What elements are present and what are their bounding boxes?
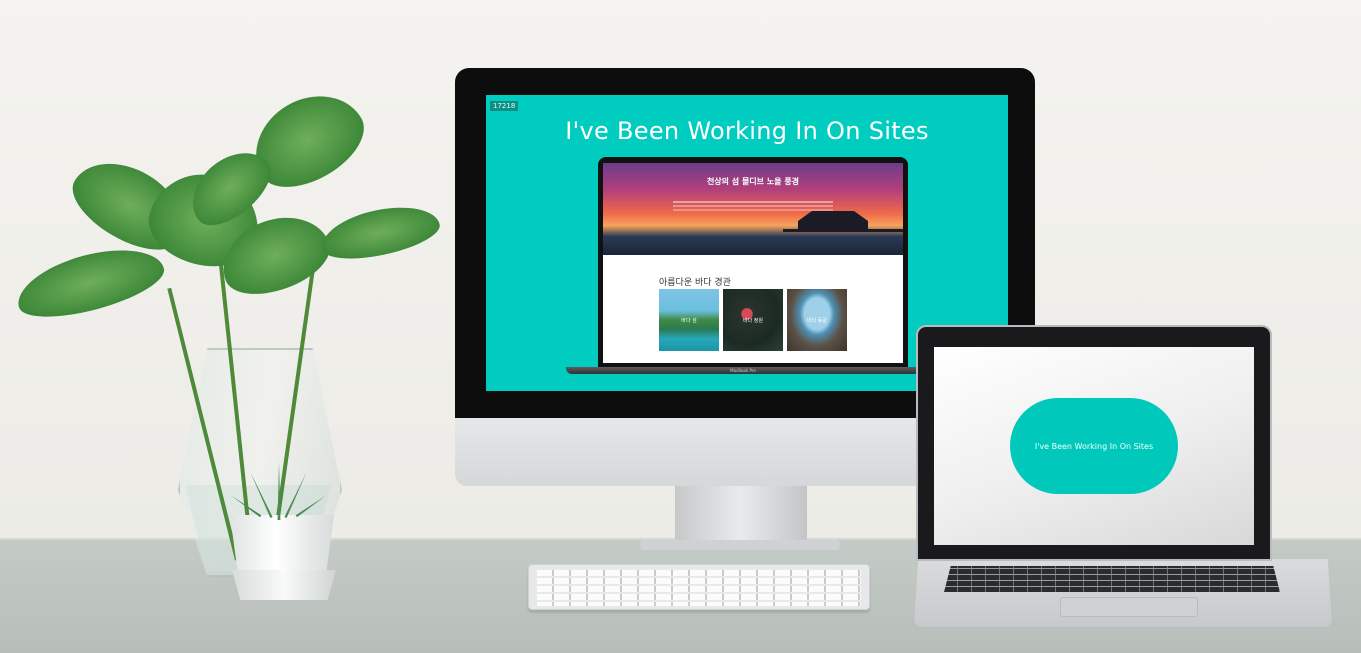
section-title: 아름다운 바다 경관 [659,278,731,288]
succulent-pot [230,515,334,577]
laptop-model-label: MacBook Pro [730,368,756,373]
laptop-keyboard-grid [944,566,1280,592]
wireless-keyboard [528,564,870,610]
gallery-thumb-label: 바다 동굴 [807,318,827,324]
imac-stand-foot [640,540,840,550]
site-badge: 17218 [490,101,519,111]
keyboard-keys-row [537,570,861,576]
keyboard-keys-row [537,602,861,606]
inner-laptop-lid: 천상의 섬 몰디브 노을 풍경 아름다운 바다 경관 바다 섬 바다 정원 바다… [598,157,908,367]
page-title: I've Been Working In On Sites [565,117,929,145]
hero-banner: 천상의 섬 몰디브 노을 풍경 [603,163,903,255]
keyboard-keys-row [537,578,861,584]
pier-silhouette [783,229,903,232]
gallery-thumb[interactable]: 바다 동굴 [787,289,847,351]
inner-laptop-display: 천상의 섬 몰디브 노을 풍경 아름다운 바다 경관 바다 섬 바다 정원 바다… [603,163,903,363]
pot-saucer [232,570,336,600]
hero-description [673,201,833,203]
keyboard-keys-row [537,586,861,592]
keyboard-keys-row [537,594,861,600]
gallery-thumb[interactable]: 바다 섬 [659,289,719,351]
laptop-screen: I've Been Working In On Sites [934,347,1254,545]
pill-banner[interactable]: I've Been Working In On Sites [1010,398,1178,494]
imac-stand [675,486,807,544]
laptop-lid: I've Been Working In On Sites [916,325,1272,561]
water-villa-silhouette [798,211,868,231]
pill-text: I've Been Working In On Sites [1034,441,1154,451]
gallery-thumb[interactable]: 바다 정원 [723,289,783,351]
hero-title: 천상의 섬 몰디브 노을 풍경 [706,177,800,186]
laptop-trackpad [1060,597,1198,617]
inner-laptop-base: MacBook Pro [566,367,920,374]
gallery-thumb-label: 바다 섬 [681,318,697,324]
gallery-thumb-label: 바다 정원 [743,318,763,324]
